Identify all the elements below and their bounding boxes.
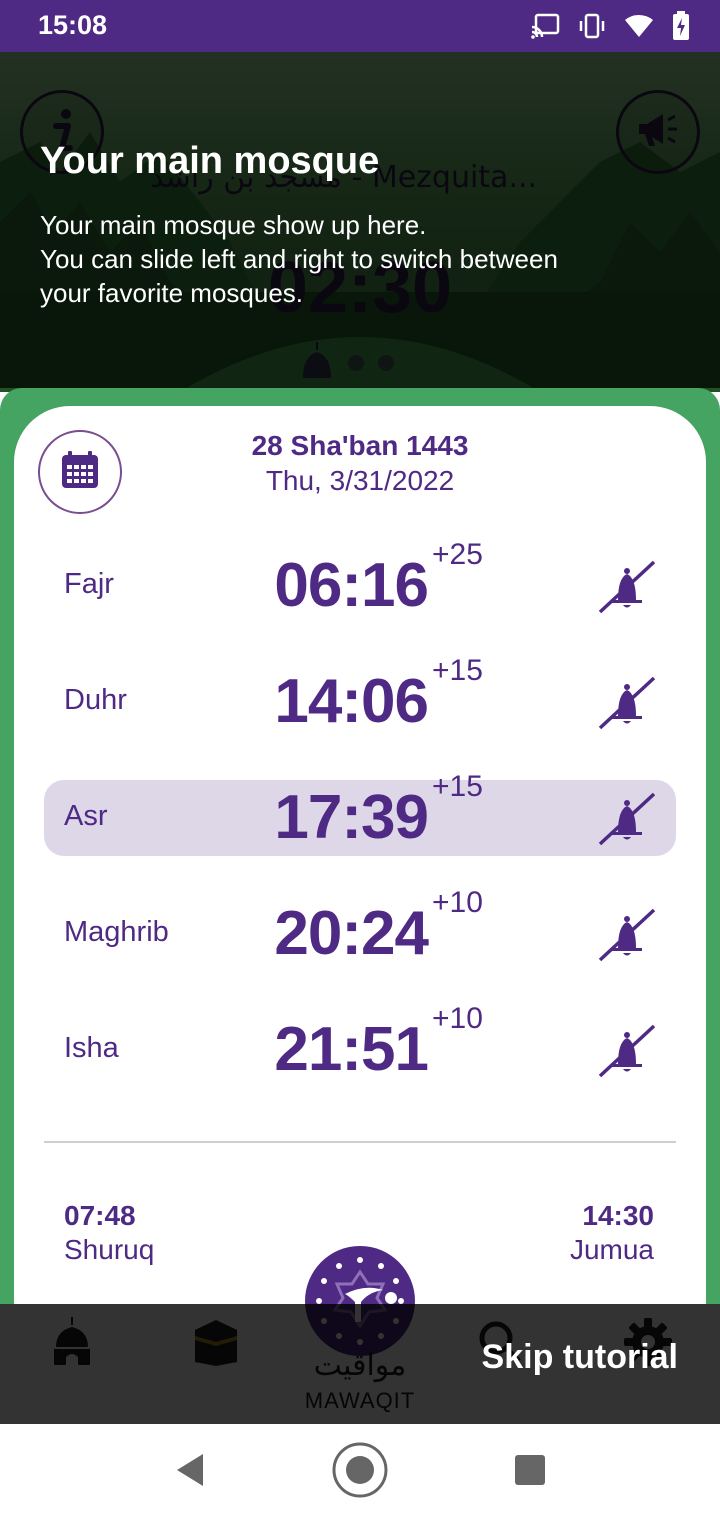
prayer-time: 14:06 bbox=[274, 667, 429, 736]
mosque-dot-icon bbox=[300, 342, 334, 384]
logo-emblem-icon bbox=[316, 1257, 404, 1345]
back-button[interactable] bbox=[168, 1444, 212, 1500]
mosque-header[interactable]: مسجد بن راشد - Mezquita... 02:30 bbox=[0, 52, 720, 392]
prayer-time: 06:16 bbox=[274, 551, 429, 620]
mosque-pager-dots bbox=[300, 342, 394, 384]
countdown-timer: 02:30 bbox=[267, 248, 453, 328]
iqama-offset: +15 bbox=[432, 654, 483, 687]
prayer-time: 20:24 bbox=[274, 899, 429, 968]
divider bbox=[44, 1141, 676, 1143]
vibrate-icon bbox=[578, 12, 606, 40]
iqama-offset: +10 bbox=[432, 886, 483, 919]
prayer-row-maghrib[interactable]: Maghrib 20:24 +10 bbox=[44, 886, 676, 972]
screen: 15:08 مسجد بن راشد - Mezquita... 02:30 2… bbox=[0, 0, 720, 1520]
iqama-offset: +15 bbox=[432, 770, 483, 803]
logo-english-text: MAWAQIT bbox=[304, 1388, 416, 1413]
shuruq-time: 07:48 bbox=[64, 1200, 136, 1231]
status-icons bbox=[530, 11, 690, 41]
iqama-offset: +10 bbox=[432, 1002, 483, 1035]
hijri-date: 28 Sha'ban 1443 bbox=[251, 430, 469, 461]
pager-dot[interactable] bbox=[378, 355, 394, 371]
prayer-row-asr[interactable]: Asr 17:39 +15 bbox=[44, 770, 676, 856]
home-button[interactable] bbox=[330, 1441, 390, 1503]
home-circle-icon bbox=[331, 1441, 389, 1503]
iqama-offset: +25 bbox=[432, 538, 483, 571]
prayer-name: Maghrib bbox=[64, 916, 169, 948]
prayer-name: Isha bbox=[64, 1032, 119, 1064]
battery-charging-icon bbox=[672, 11, 690, 41]
pager-dot[interactable] bbox=[348, 355, 364, 371]
info-icon bbox=[44, 108, 80, 156]
prayer-time: 17:39 bbox=[274, 783, 429, 852]
prayer-name: Asr bbox=[64, 800, 108, 832]
prayer-card bbox=[14, 406, 706, 1306]
skip-tutorial-button[interactable]: Skip tutorial bbox=[482, 1338, 678, 1377]
wifi-icon bbox=[624, 14, 654, 38]
prayer-row-isha[interactable]: Isha 21:51 +10 bbox=[44, 1002, 676, 1088]
cast-icon bbox=[530, 13, 560, 39]
recents-button[interactable] bbox=[508, 1444, 552, 1500]
jumua-time: 14:30 bbox=[582, 1200, 654, 1231]
mawaqit-logo[interactable] bbox=[305, 1246, 415, 1356]
prayer-row-duhr[interactable]: Duhr 14:06 +15 bbox=[44, 654, 676, 740]
forest-illustration bbox=[0, 132, 720, 392]
bell-off-icon[interactable] bbox=[596, 672, 658, 734]
info-button[interactable] bbox=[20, 90, 104, 174]
bell-off-icon[interactable] bbox=[596, 1020, 658, 1082]
prayer-row-fajr[interactable]: Fajr 06:16 +25 bbox=[44, 538, 676, 624]
mosque-name: مسجد بن راشد - Mezquita... bbox=[150, 160, 538, 195]
status-bar: 15:08 bbox=[0, 0, 720, 52]
announcements-button[interactable] bbox=[616, 90, 700, 174]
bell-off-icon[interactable] bbox=[596, 788, 658, 850]
prayer-time: 21:51 bbox=[274, 1015, 429, 1084]
status-time: 15:08 bbox=[38, 10, 108, 40]
recents-square-icon bbox=[514, 1454, 546, 1490]
bell-off-icon[interactable] bbox=[596, 904, 658, 966]
prayer-name: Fajr bbox=[64, 568, 114, 600]
bell-off-icon[interactable] bbox=[596, 556, 658, 618]
prayer-name: Duhr bbox=[64, 684, 127, 716]
megaphone-icon bbox=[635, 110, 681, 154]
gregorian-date: Thu, 3/31/2022 bbox=[265, 465, 455, 496]
back-triangle-icon bbox=[173, 1452, 207, 1492]
